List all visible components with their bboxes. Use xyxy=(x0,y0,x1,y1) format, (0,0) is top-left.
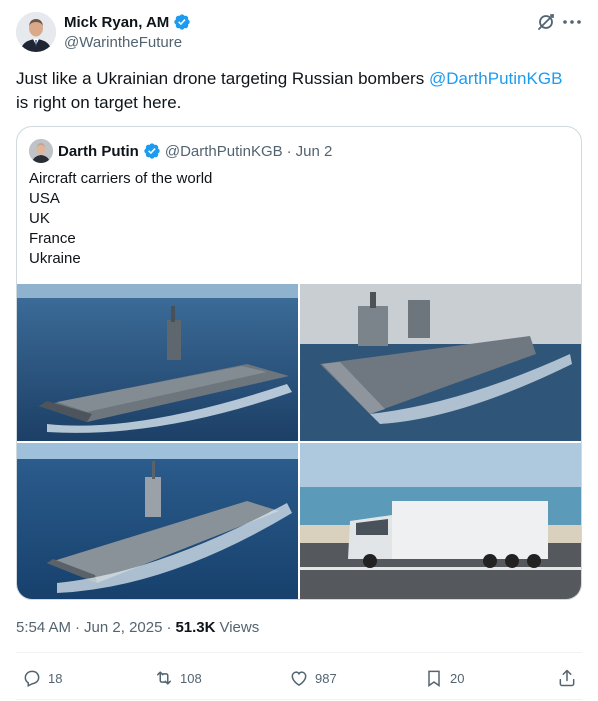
author-name-row[interactable]: Mick Ryan, AM xyxy=(64,12,191,32)
repost-button[interactable]: 108 xyxy=(154,664,202,692)
quoted-text-line: France xyxy=(29,230,76,247)
views-count: 51.3K xyxy=(175,619,216,636)
repost-icon xyxy=(157,671,171,685)
author-display-name[interactable]: Mick Ryan, AM xyxy=(64,14,169,31)
share-icon xyxy=(559,669,575,687)
verified-badge-icon xyxy=(143,142,161,160)
meta-separator: · xyxy=(75,619,81,636)
more-icon[interactable] xyxy=(561,12,583,32)
media-image-uk-carrier[interactable] xyxy=(300,284,581,441)
tweet-text-part: is right on target here. xyxy=(16,93,182,112)
quoted-text-line: UK xyxy=(29,210,50,227)
quoted-media-grid xyxy=(17,284,581,599)
quoted-text-line: Ukraine xyxy=(29,250,81,267)
author-handle[interactable]: @WarintheFuture xyxy=(64,34,182,51)
views-label: Views xyxy=(219,619,260,636)
author-avatar[interactable] xyxy=(16,12,56,52)
bookmark-icon xyxy=(428,670,440,687)
divider xyxy=(16,699,582,700)
divider xyxy=(16,652,582,653)
meta-separator: · xyxy=(166,619,172,636)
tweet-meta: 5:54 AM · Jun 2, 2025 · 51.3K Views xyxy=(16,619,259,636)
bookmark-count: 20 xyxy=(450,670,465,686)
bookmark-button[interactable]: 20 xyxy=(424,664,464,692)
share-button[interactable] xyxy=(557,664,577,692)
repost-count: 108 xyxy=(180,670,202,686)
quoted-text-line: Aircraft carriers of the world xyxy=(29,170,213,187)
tweet[interactable]: Mick Ryan, AM @WarintheFuture Just like … xyxy=(0,0,598,701)
media-image-ukraine-truck[interactable] xyxy=(300,443,581,599)
tweet-text-part: Just like a Ukrainian drone targeting Ru… xyxy=(16,69,429,88)
media-image-usa-carrier[interactable] xyxy=(17,284,298,441)
reply-button[interactable]: 18 xyxy=(22,664,62,692)
like-icon xyxy=(291,671,307,686)
quoted-separator: · xyxy=(286,142,292,160)
media-image-france-carrier[interactable] xyxy=(17,443,298,599)
quoted-text: Aircraft carriers of the world USA UK Fr… xyxy=(29,169,212,269)
quoted-text-line: USA xyxy=(29,190,60,207)
tweet-text: Just like a Ukrainian drone targeting Ru… xyxy=(16,67,576,115)
quoted-display-name[interactable]: Darth Putin xyxy=(58,143,139,160)
like-count: 987 xyxy=(315,670,337,686)
quoted-header: Darth Putin @DarthPutinKGB · Jun 2 xyxy=(58,142,332,160)
mention-link[interactable]: @DarthPutinKGB xyxy=(429,69,562,88)
quoted-author-avatar[interactable] xyxy=(29,139,53,163)
quoted-date[interactable]: Jun 2 xyxy=(296,143,333,160)
reply-count: 18 xyxy=(48,670,63,686)
action-bar: 18 108 987 20 xyxy=(0,664,598,692)
grok-icon[interactable] xyxy=(536,12,556,32)
tweet-date[interactable]: Jun 2, 2025 xyxy=(84,619,162,636)
verified-badge-icon xyxy=(173,13,191,31)
tweet-time[interactable]: 5:54 AM xyxy=(16,619,71,636)
like-button[interactable]: 987 xyxy=(289,664,337,692)
quoted-tweet[interactable]: Darth Putin @DarthPutinKGB · Jun 2 Aircr… xyxy=(16,126,582,600)
reply-icon xyxy=(24,670,40,687)
quoted-handle[interactable]: @DarthPutinKGB xyxy=(165,143,283,160)
